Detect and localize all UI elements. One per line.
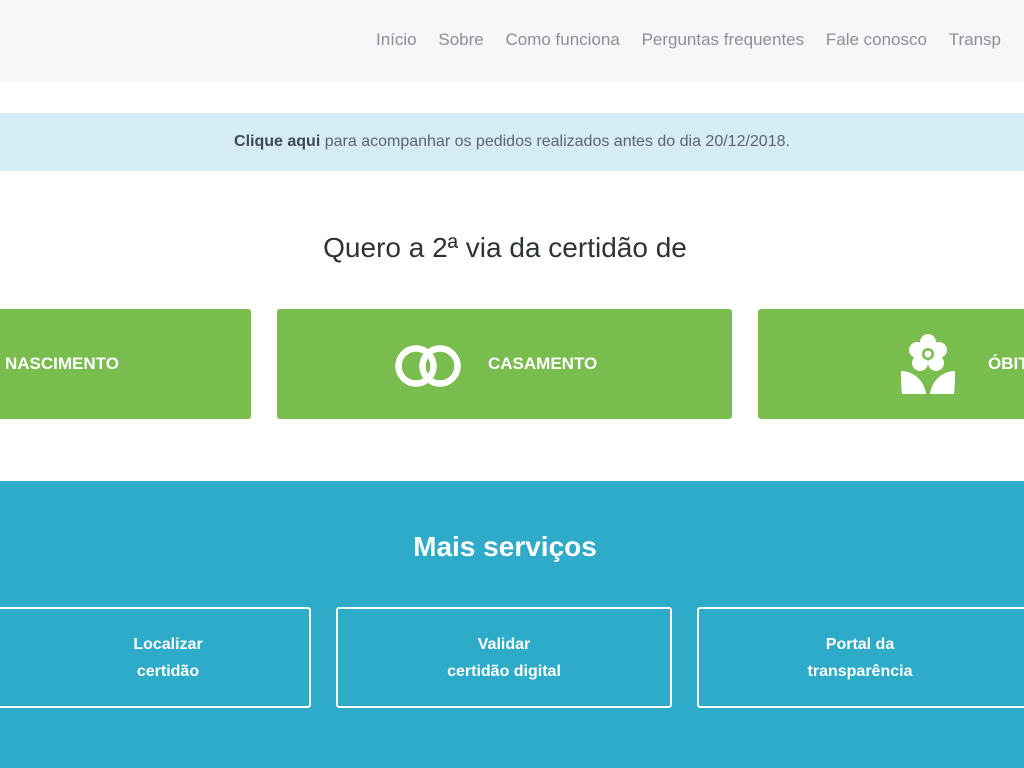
- service-line-2: certidão: [136, 662, 200, 680]
- nav-item-inicio[interactable]: Início: [376, 30, 417, 50]
- top-navigation: Início Sobre Como funciona Perguntas fre…: [0, 0, 1024, 82]
- service-line-2: certidão digital: [447, 662, 561, 680]
- nav-item-fale-conosco[interactable]: Fale conosco: [826, 30, 927, 50]
- certificate-label-nascimento: NASCIMENTO: [5, 354, 119, 373]
- nav-menu: Início Sobre Como funciona Perguntas fre…: [376, 30, 1018, 50]
- service-line-1: Portal da: [825, 635, 895, 653]
- certificate-card-nascimento[interactable]: NASCIMENTO: [0, 309, 251, 419]
- service-line-1: Localizar: [133, 635, 203, 653]
- nav-item-sobre[interactable]: Sobre: [438, 30, 483, 50]
- service-text: Localizar certidão: [133, 631, 202, 685]
- certificate-label-casamento: CASAMENTO: [488, 354, 598, 373]
- certificate-card-obito[interactable]: ÓBITO: [758, 309, 1024, 419]
- nav-item-perguntas-frequentes[interactable]: Perguntas frequentes: [642, 30, 805, 50]
- notice-text: para acompanhar os pedidos realizados an…: [320, 133, 790, 150]
- service-portal-transparencia[interactable]: Portal da transparência: [697, 607, 1024, 708]
- certificate-card-casamento[interactable]: CASAMENTO: [277, 309, 732, 419]
- notice-link[interactable]: Clique aqui: [234, 133, 320, 150]
- service-text: Validar certidão digital: [447, 631, 561, 685]
- services-title: Mais serviços: [413, 531, 597, 562]
- service-line-1: Validar: [477, 635, 531, 653]
- notice-banner: Clique aqui para acompanhar os pedidos r…: [0, 113, 1024, 171]
- nav-item-transparencia[interactable]: Transp: [949, 30, 1001, 50]
- certificate-heading: Quero a 2ª via da certidão de: [323, 232, 687, 263]
- service-validar-certidao-digital[interactable]: Validar certidão digital: [336, 607, 672, 708]
- certificate-label-obito: ÓBITO: [988, 354, 1024, 373]
- rings-icon: [393, 342, 463, 395]
- flower-icon: [898, 331, 958, 402]
- services-section: Mais serviços Localizar certidão Validar…: [0, 481, 1024, 768]
- service-localizar-certidao[interactable]: Localizar certidão: [0, 607, 311, 708]
- service-text: Portal da transparência: [808, 631, 913, 685]
- nav-item-como-funciona[interactable]: Como funciona: [505, 30, 619, 50]
- service-line-2: transparência: [807, 662, 913, 680]
